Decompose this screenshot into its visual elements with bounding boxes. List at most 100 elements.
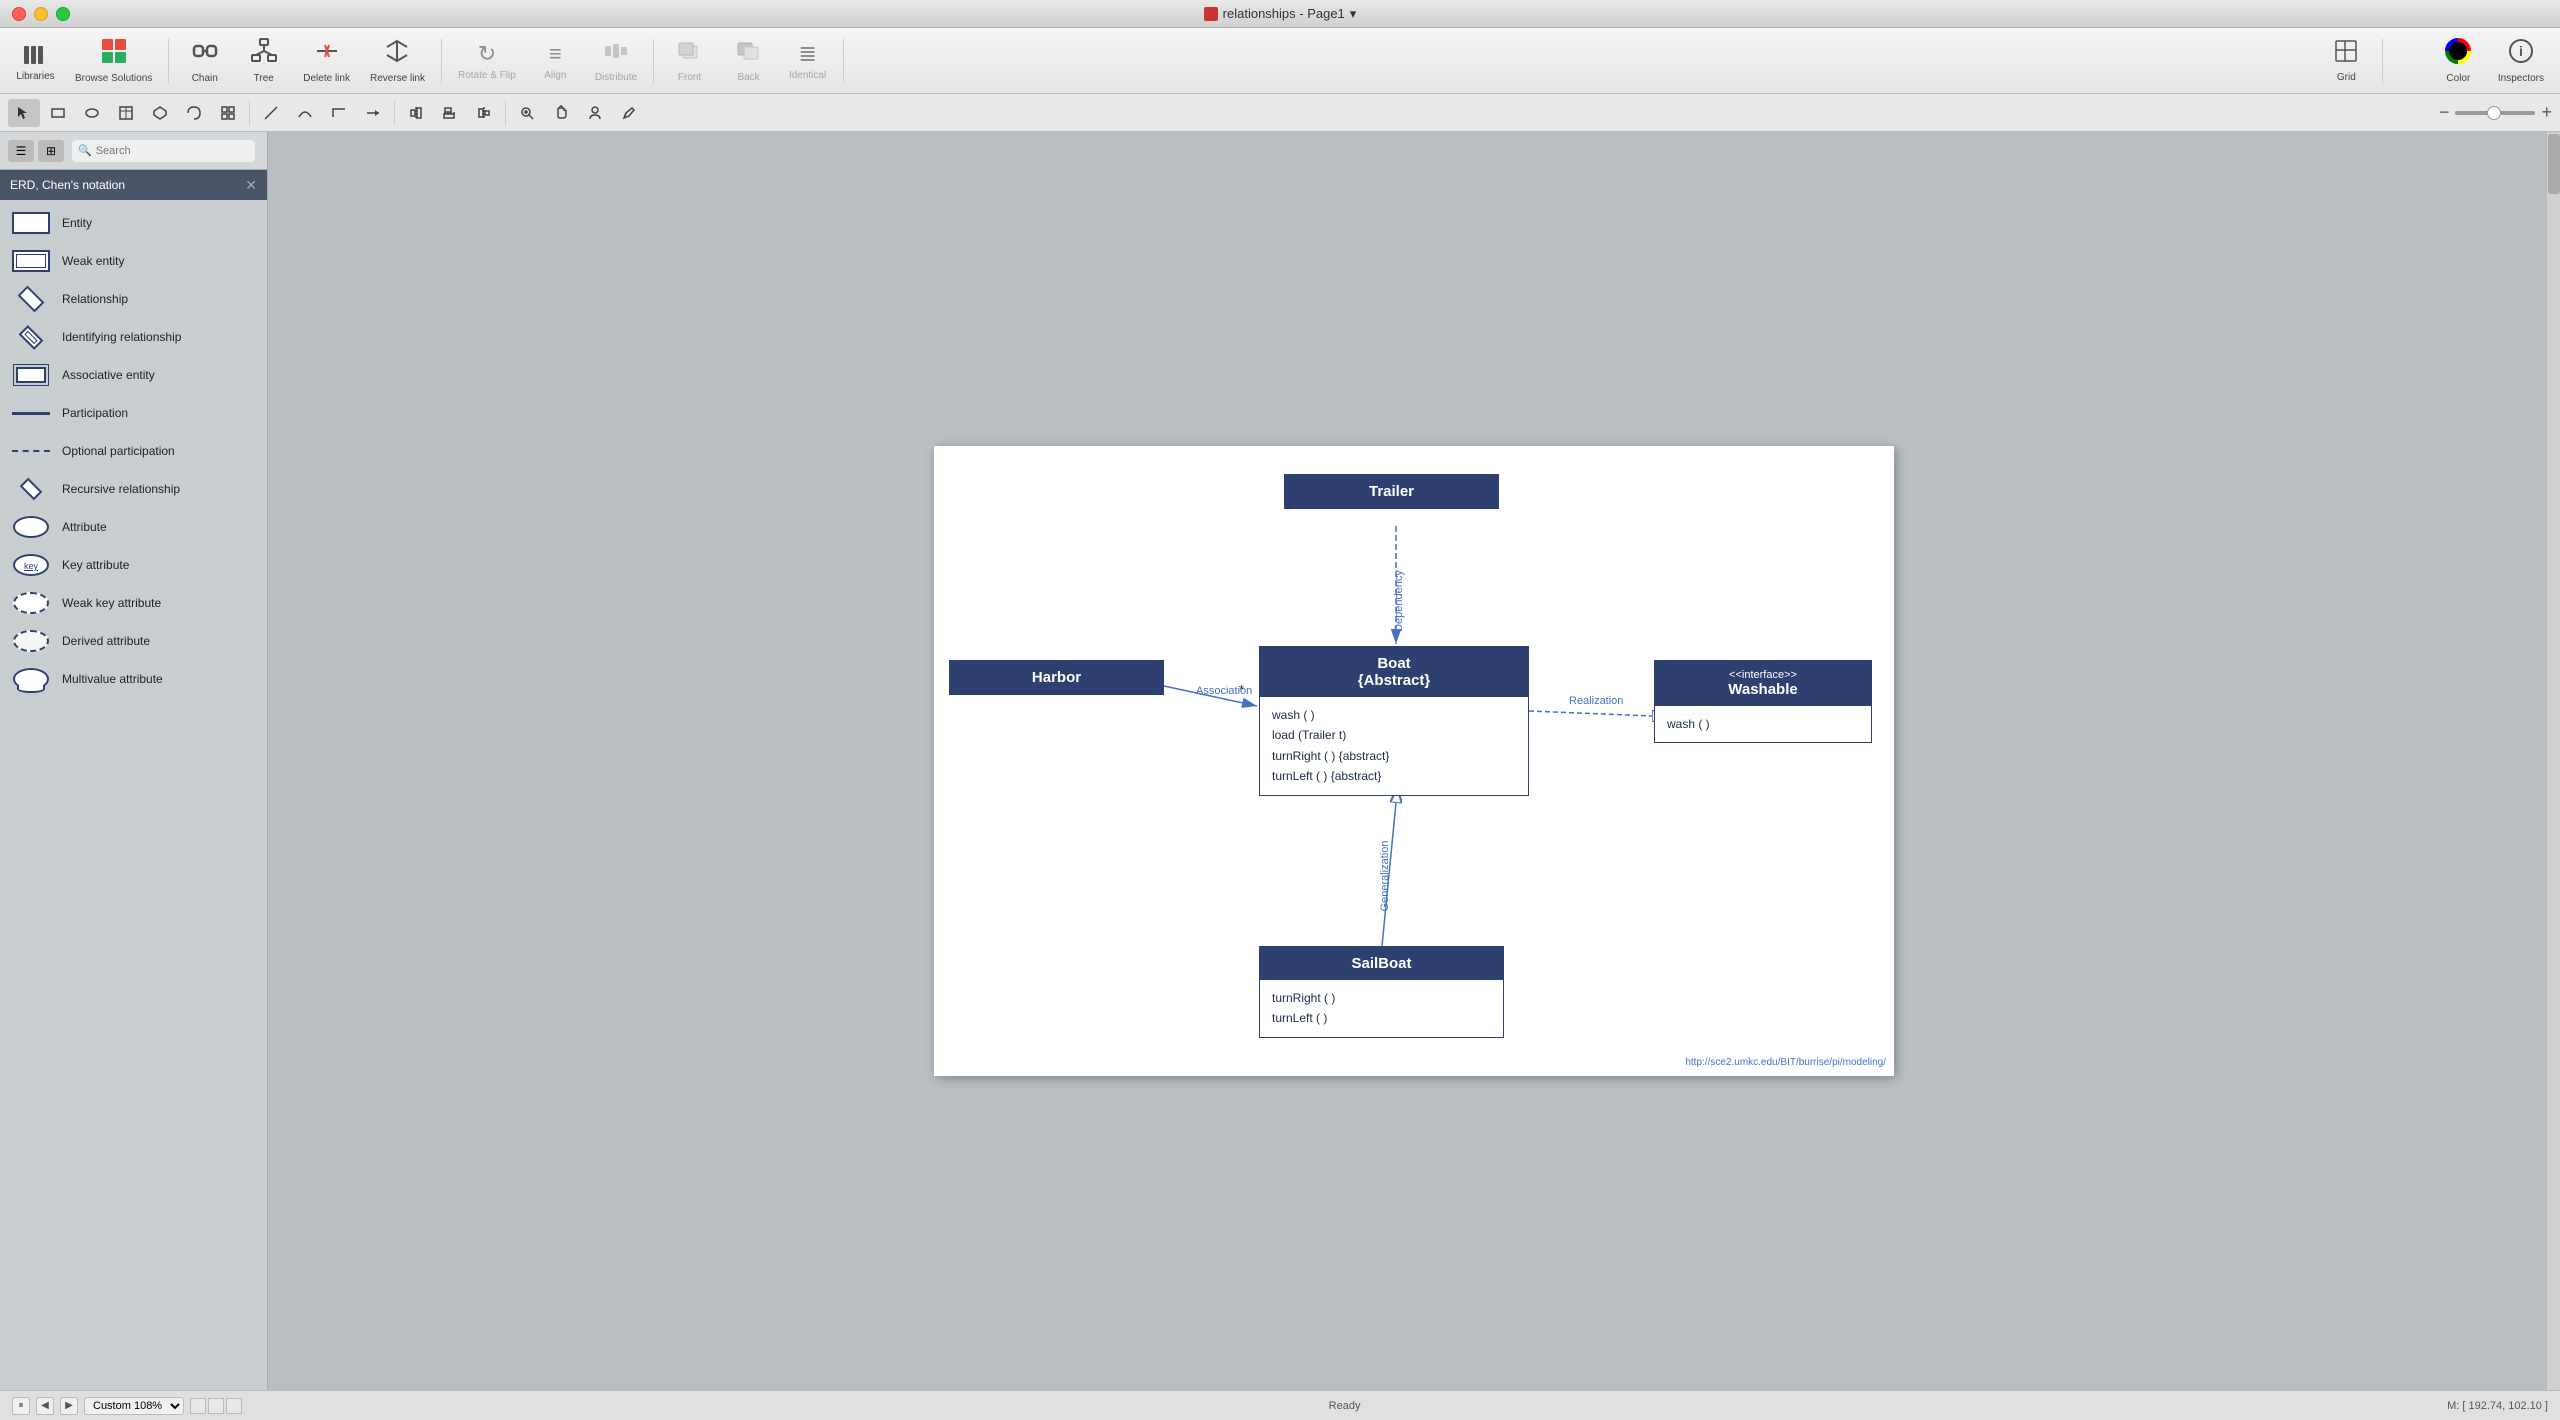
panel-item-weak-key-attribute[interactable]: Weak key attribute: [0, 584, 267, 622]
align-horizontal-tool[interactable]: [434, 99, 466, 127]
boat-header: Boat {Abstract}: [1260, 647, 1528, 697]
app-icon: [1204, 7, 1218, 21]
toolbar-browse-solutions[interactable]: Browse Solutions: [67, 33, 160, 88]
zoom-in-button[interactable]: +: [2541, 102, 2552, 123]
diagram-canvas[interactable]: Dependency Association * Realization Gen…: [934, 446, 1894, 1076]
weak-entity-icon: [10, 247, 52, 275]
color-label: Color: [2446, 73, 2470, 84]
zoom-select[interactable]: Custom 108%: [84, 1397, 184, 1415]
page-view-btn-2[interactable]: [208, 1398, 224, 1414]
panel-item-weak-entity[interactable]: Weak entity: [0, 242, 267, 280]
svg-text:Dependency: Dependency: [1393, 570, 1405, 632]
right-scrollbar[interactable]: [2546, 132, 2560, 1390]
prev-page-button[interactable]: ◀: [36, 1397, 54, 1415]
zoom-icon: [519, 105, 535, 121]
panel-item-identifying-relationship[interactable]: Identifying relationship: [0, 318, 267, 356]
toolbar-front[interactable]: Front: [662, 34, 717, 87]
panel-item-associative-entity[interactable]: Associative entity: [0, 356, 267, 394]
toolbar-identical[interactable]: ≣ Identical: [780, 37, 835, 85]
zoom-slider[interactable]: [2455, 111, 2535, 115]
identifying-relationship-icon: [10, 323, 52, 351]
recursive-relationship-icon: [10, 475, 52, 503]
hand-icon: [553, 105, 569, 121]
curve-tool[interactable]: [289, 99, 321, 127]
minimize-button[interactable]: [34, 7, 48, 21]
delete-link-icon: [313, 37, 341, 65]
maximize-button[interactable]: [56, 7, 70, 21]
multivalue-attribute-icon: [10, 665, 52, 693]
multivalue-attribute-label: Multivalue attribute: [62, 672, 163, 686]
elbow-tool[interactable]: [323, 99, 355, 127]
scroll-thumb[interactable]: [2548, 134, 2560, 194]
sailboat-box[interactable]: SailBoat turnRight ( ) turnLeft ( ): [1259, 946, 1504, 1038]
panel-item-key-attribute[interactable]: key Key attribute: [0, 546, 267, 584]
sailboat-body: turnRight ( ) turnLeft ( ): [1260, 980, 1503, 1037]
panel-item-derived-attribute[interactable]: Derived attribute: [0, 622, 267, 660]
panel-item-entity[interactable]: Entity: [0, 204, 267, 242]
shape-tool-2[interactable]: [178, 99, 210, 127]
page-view-btn-1[interactable]: [190, 1398, 206, 1414]
panel-item-multivalue-attribute[interactable]: Multivalue attribute: [0, 660, 267, 698]
panel-item-attribute[interactable]: Attribute: [0, 508, 267, 546]
panel-header: ☰ ⊞ 🔍: [0, 132, 267, 170]
elbow-icon: [331, 105, 347, 121]
arrow-line-icon: [365, 105, 381, 121]
key-attribute-label: Key attribute: [62, 558, 129, 572]
align-vertical-tool[interactable]: [400, 99, 432, 127]
pen-tool[interactable]: [613, 99, 645, 127]
select-tool[interactable]: [8, 99, 40, 127]
grid-icon: [2333, 38, 2359, 64]
custom-shape-icon: [186, 105, 202, 121]
shape-tool-1[interactable]: [144, 99, 176, 127]
toolbar-grid[interactable]: Grid: [2319, 34, 2374, 87]
toolbar-tree[interactable]: Tree: [236, 33, 291, 88]
washable-box[interactable]: <<interface>> Washable wash ( ): [1654, 660, 1872, 743]
user-tool[interactable]: [579, 99, 611, 127]
panel-item-optional-participation[interactable]: Optional participation: [0, 432, 267, 470]
pause-button[interactable]: ⏸: [12, 1397, 30, 1415]
zoom-out-button[interactable]: −: [2439, 102, 2450, 123]
delete-link-label: Delete link: [303, 73, 350, 84]
toolbar-distribute[interactable]: Distribute: [587, 34, 645, 87]
canvas-area[interactable]: Dependency Association * Realization Gen…: [268, 132, 2560, 1390]
rectangle-tool[interactable]: [42, 99, 74, 127]
toolbar-reverse-link[interactable]: Reverse link: [362, 33, 433, 88]
boat-box[interactable]: Boat {Abstract} wash ( ) load (Trailer t…: [1259, 646, 1529, 796]
panel-search-input[interactable]: [96, 145, 249, 157]
toolbar-back[interactable]: Back: [721, 34, 776, 87]
libraries-icon: [22, 40, 50, 68]
page-view-btn-3[interactable]: [226, 1398, 242, 1414]
panel-item-relationship[interactable]: Relationship: [0, 280, 267, 318]
line-tool[interactable]: [255, 99, 287, 127]
toolbar-inspectors[interactable]: i Inspectors: [2490, 33, 2552, 88]
category-close-button[interactable]: ✕: [245, 177, 257, 194]
align-label: Align: [544, 70, 566, 81]
panel-grid-view[interactable]: ⊞: [38, 140, 64, 162]
panel-search-wrap: 🔍: [72, 140, 255, 162]
close-button[interactable]: [12, 7, 26, 21]
toolbar-color[interactable]: Color: [2431, 33, 2486, 88]
color-icon: [2444, 37, 2472, 65]
table-tool[interactable]: [110, 99, 142, 127]
next-page-button[interactable]: ▶: [60, 1397, 78, 1415]
toolbar-libraries[interactable]: Libraries: [8, 36, 63, 86]
trailer-box[interactable]: Trailer: [1284, 474, 1499, 509]
page-view-buttons: [190, 1398, 242, 1414]
relationship-label: Relationship: [62, 292, 128, 306]
toolbar-delete-link[interactable]: Delete link: [295, 33, 358, 88]
panel-item-recursive-relationship[interactable]: Recursive relationship: [0, 470, 267, 508]
panel-list-view[interactable]: ☰: [8, 140, 34, 162]
zoom-in-icon-tool[interactable]: [511, 99, 543, 127]
shape-tool-3[interactable]: [212, 99, 244, 127]
pan-tool[interactable]: [545, 99, 577, 127]
toolbar-chain[interactable]: Chain: [177, 33, 232, 88]
line-tool-2[interactable]: [357, 99, 389, 127]
polygon-icon: [152, 105, 168, 121]
toolbar-align[interactable]: ≡ Align: [528, 37, 583, 85]
harbor-box[interactable]: Harbor: [949, 660, 1164, 695]
zoom-thumb[interactable]: [2487, 106, 2501, 120]
distribute-tool[interactable]: [468, 99, 500, 127]
ellipse-tool[interactable]: [76, 99, 108, 127]
panel-item-participation[interactable]: Participation: [0, 394, 267, 432]
toolbar-rotate-flip[interactable]: ↻ Rotate & Flip: [450, 37, 524, 85]
